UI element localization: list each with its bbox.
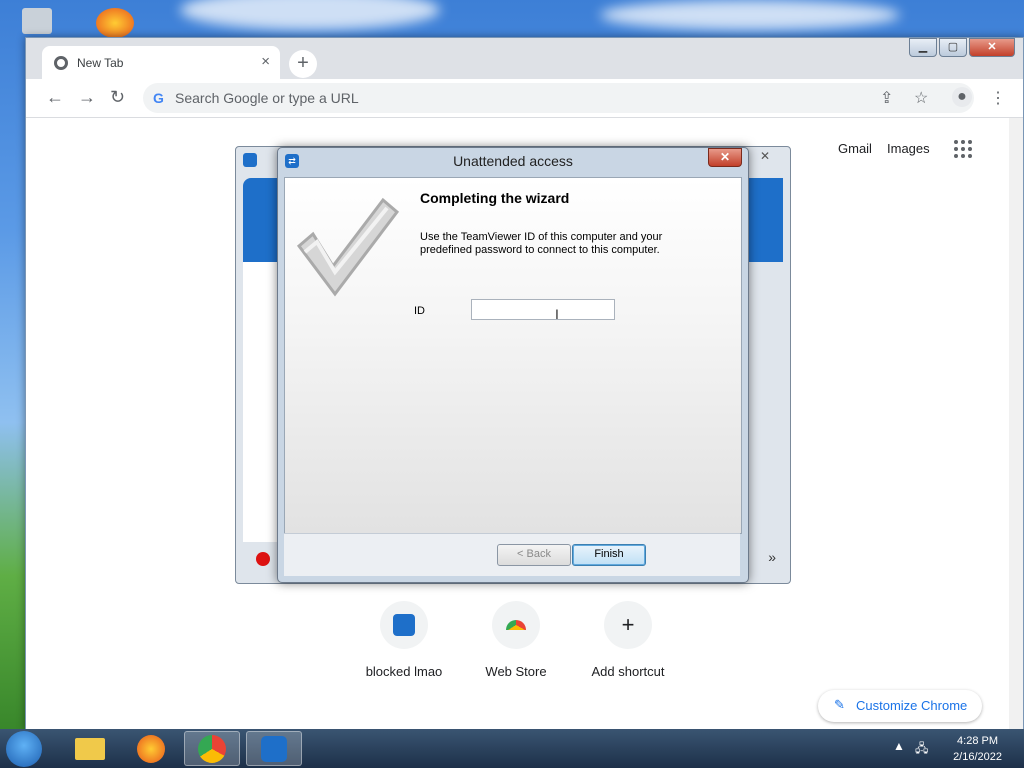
finish-button[interactable]: Finish: [572, 544, 646, 566]
new-tab-button[interactable]: +: [289, 50, 317, 78]
chrome-icon[interactable]: [184, 731, 240, 766]
shortcut-label: blocked lmao: [365, 664, 443, 679]
teamviewer-icon[interactable]: [246, 731, 302, 766]
dialog-footer: < Back Finish: [284, 533, 740, 576]
network-icon[interactable]: 🖧: [915, 739, 928, 760]
customize-label: Customize Chrome: [856, 698, 968, 713]
teamviewer-icon: [243, 153, 257, 167]
recycle-bin-icon[interactable]: [22, 8, 52, 34]
web-store-icon: [492, 601, 540, 649]
forward-arrow-icon[interactable]: →: [78, 87, 96, 108]
clock-time: 4:28 PM: [957, 735, 999, 747]
shortcut-web-store[interactable]: Web Store: [456, 601, 576, 679]
dialog-title: Unattended access: [453, 153, 573, 169]
wallpaper-cloud: [180, 0, 440, 30]
teamviewer-icon: [380, 601, 428, 649]
bookmark-star-icon[interactable]: ☆: [914, 88, 928, 108]
chrome-favicon-icon: [54, 56, 68, 70]
menu-kebab-icon[interactable]: ⋮: [990, 88, 1006, 108]
teamviewer-header-panel: [745, 178, 783, 262]
id-label: ID: [414, 305, 425, 317]
customize-chrome-button[interactable]: ✎ Customize Chrome: [818, 690, 982, 722]
dialog-body: Completing the wizard Use the TeamViewer…: [284, 177, 742, 534]
chrome-titlebar: New Tab × + ▁ ▢ ✕: [26, 38, 1023, 79]
profile-icon[interactable]: ●: [952, 87, 972, 107]
tab-close-icon[interactable]: ×: [261, 53, 270, 70]
status-dot-icon: [256, 552, 270, 566]
id-field[interactable]: [471, 299, 615, 320]
gmail-link[interactable]: Gmail: [838, 141, 872, 156]
maximize-button[interactable]: ▢: [939, 38, 967, 57]
omnibox-placeholder: Search Google or type a URL: [175, 90, 359, 106]
shortcut-label: Add shortcut: [591, 664, 665, 679]
tab-new-tab[interactable]: New Tab ×: [42, 46, 280, 79]
clock[interactable]: 4:28 PM 2/16/2022: [953, 733, 1002, 765]
chrome-toolbar: ← → ↻ G Search Google or type a URL ⇪ ☆ …: [26, 79, 1023, 118]
window-controls: ▁ ▢ ✕: [909, 38, 1015, 57]
taskbar: ▲ 🖧 4:28 PM 2/16/2022: [0, 729, 1024, 768]
shortcut-blocked-lmao[interactable]: blocked lmao: [344, 601, 464, 679]
close-icon[interactable]: ✕: [760, 149, 770, 163]
google-apps-icon[interactable]: [954, 140, 972, 158]
share-icon[interactable]: ⇪: [880, 88, 893, 108]
back-button[interactable]: < Back: [497, 544, 571, 566]
google-icon: G: [153, 90, 164, 106]
text-cursor-icon: I: [555, 306, 559, 322]
close-button[interactable]: ✕: [969, 38, 1015, 57]
firefox-icon[interactable]: [123, 731, 179, 766]
tab-title: New Tab: [77, 56, 124, 70]
omnibox[interactable]: G Search Google or type a URL: [143, 83, 974, 113]
images-link[interactable]: Images: [887, 141, 930, 156]
minimize-button[interactable]: ▁: [909, 38, 937, 57]
wizard-description: Use the TeamViewer ID of this computer a…: [420, 231, 663, 256]
wallpaper-cloud: [600, 0, 900, 30]
start-button[interactable]: [6, 731, 42, 767]
unattended-access-dialog: ⇄ Unattended access ✕ Completing the wiz…: [277, 147, 749, 583]
clock-date: 2/16/2022: [953, 751, 1002, 763]
scrollbar[interactable]: [1009, 118, 1023, 730]
back-arrow-icon[interactable]: ←: [46, 87, 64, 108]
plus-icon: +: [604, 601, 652, 649]
expand-chevron-icon[interactable]: »: [768, 549, 776, 565]
file-explorer-icon[interactable]: [62, 731, 118, 766]
pencil-icon: ✎: [834, 697, 845, 712]
show-hidden-icons-icon[interactable]: ▲: [893, 739, 905, 753]
wizard-heading: Completing the wizard: [420, 190, 570, 206]
checkmark-icon: [296, 197, 400, 297]
shortcut-label: Web Store: [485, 664, 547, 679]
firefox-desktop-icon[interactable]: [96, 8, 134, 38]
dialog-close-button[interactable]: ✕: [708, 148, 742, 167]
reload-icon[interactable]: ↻: [110, 87, 125, 108]
shortcut-add[interactable]: + Add shortcut: [568, 601, 688, 679]
